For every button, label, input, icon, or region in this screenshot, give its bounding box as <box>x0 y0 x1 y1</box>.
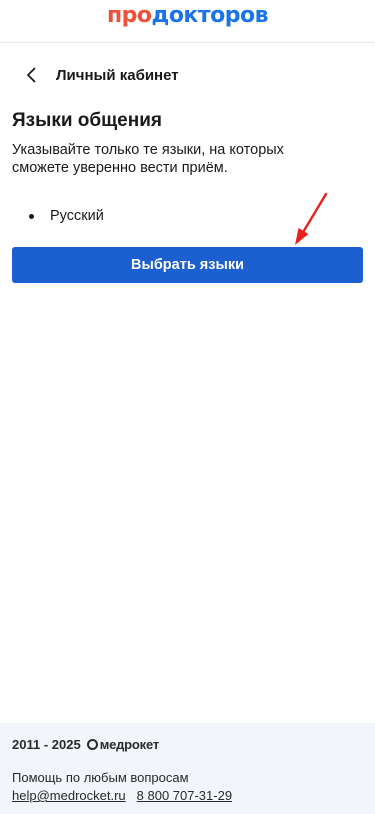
back-link-label: Личный кабинет <box>56 66 179 84</box>
red-arrow-icon <box>295 192 328 245</box>
medrocket-brand: медрокет <box>99 737 160 752</box>
bullet-icon <box>29 213 34 219</box>
site-footer: 2011 - 2025 медрокет Помощь по любым воп… <box>0 723 375 814</box>
back-link[interactable]: Личный кабинет <box>12 60 179 90</box>
list-item: Русский <box>12 206 104 226</box>
select-languages-button[interactable]: Выбрать языки <box>12 247 363 283</box>
language-label: Русский <box>50 208 104 224</box>
phone-link[interactable]: 8 800 707-31-29 <box>137 788 232 803</box>
chevron-left-icon <box>22 66 40 84</box>
logo-part-pro: про <box>106 3 152 28</box>
prodoctorov-logo[interactable]: продокторов <box>0 2 375 30</box>
logo-part-doktorov: докторов <box>151 3 269 28</box>
footer-contacts: help@medrocket.ru 8 800 707-31-29 <box>12 788 232 803</box>
footer-help-text: Помощь по любым вопросам <box>12 770 189 785</box>
email-link[interactable]: help@medrocket.ru <box>12 788 126 803</box>
language-list: Русский <box>12 206 104 226</box>
copyright-years: 2011 - 2025 <box>12 737 81 752</box>
site-header: продокторов <box>0 0 375 43</box>
page: продокторов Личный кабинет Языки общения… <box>0 0 375 814</box>
footer-copyright: 2011 - 2025 медрокет <box>12 737 159 752</box>
medrocket-circle-icon <box>86 739 98 750</box>
section-title: Языки общения <box>12 110 162 131</box>
section-description: Указывайте только те языки, на которых с… <box>12 142 284 176</box>
medrocket-logo[interactable]: медрокет <box>86 737 160 752</box>
